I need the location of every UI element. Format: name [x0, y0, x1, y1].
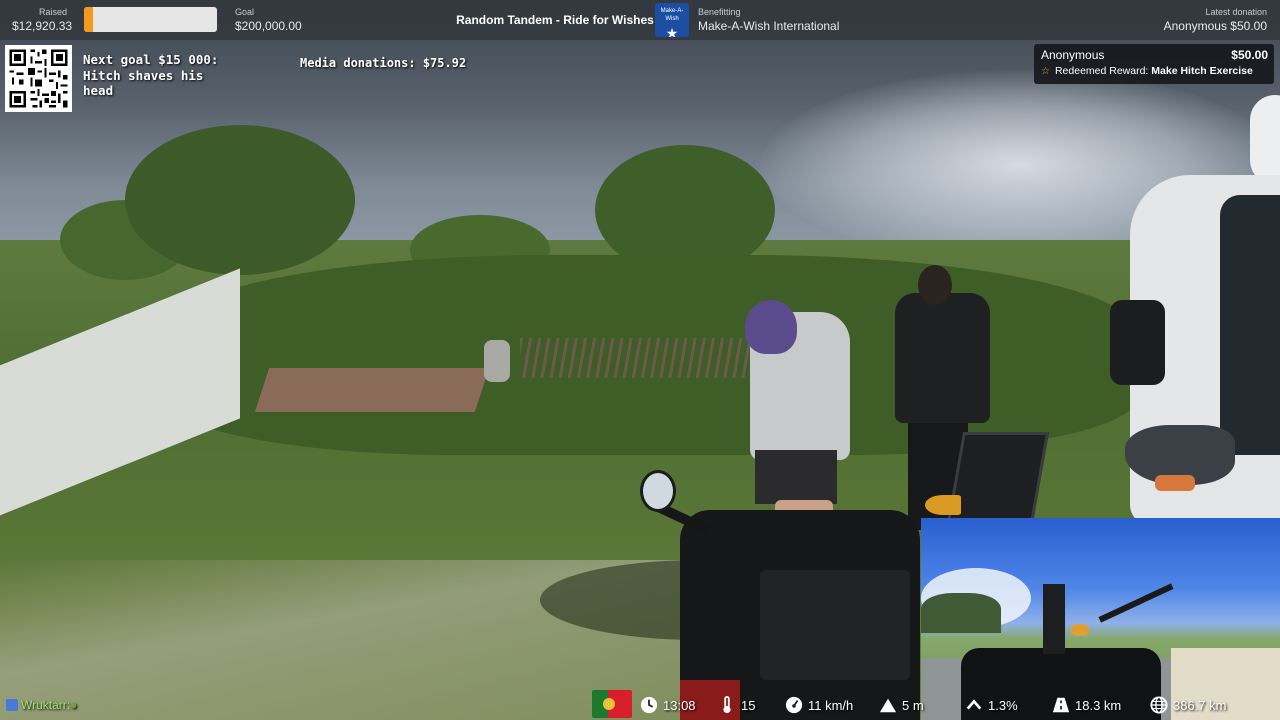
- handlebar: [1098, 583, 1174, 623]
- chat-message: Wruktarr:●: [6, 698, 77, 712]
- donation-bar: Raised $12,920.33 Goal $200,000.00 Rando…: [0, 0, 1280, 40]
- total-distance-readout: 386.7 km: [1150, 696, 1226, 714]
- concrete-slab: [254, 368, 490, 412]
- stream-title: Random Tandem - Ride for Wishes: [456, 13, 654, 27]
- progress-fill: [84, 7, 93, 32]
- clock-icon: [640, 696, 658, 714]
- latest-donation-stat: Latest donation Anonymous $50.00: [1164, 6, 1267, 34]
- bike-bag: [760, 570, 910, 680]
- next-goal-text: Next goal $15 000: Hitch shaves his head: [83, 52, 243, 99]
- goal-label: Goal: [235, 7, 255, 17]
- next-goal-line: Hitch shaves his: [83, 67, 204, 83]
- branches: [520, 338, 760, 378]
- total-distance-value: 386.7 km: [1173, 698, 1227, 713]
- van-mirror: [1110, 300, 1165, 385]
- van-windshield: [1220, 195, 1280, 455]
- star-icon: ☆: [1041, 66, 1050, 77]
- grade-readout: 1.3%: [965, 696, 1018, 714]
- redeemed-label: Redeemed Reward:: [1054, 65, 1152, 77]
- raised-stat: Raised $12,920.33: [12, 6, 72, 34]
- time-readout: 13:08: [640, 696, 696, 714]
- distance-value: 18.3 km: [1075, 698, 1122, 713]
- pipe: [484, 340, 510, 382]
- grade-value: 1.3%: [988, 698, 1018, 713]
- camper-van: [1110, 95, 1280, 525]
- distance-readout: 18.3 km: [1052, 696, 1121, 714]
- road-icon: [1052, 697, 1070, 713]
- speed-readout: 11 km/h: [785, 696, 853, 714]
- head: [918, 265, 952, 305]
- latest-value: Anonymous $50.00: [1163, 19, 1267, 33]
- globe-icon: [1150, 696, 1168, 714]
- chat-username: Wruktarr:: [21, 698, 71, 712]
- black-jacket: [895, 293, 990, 423]
- donation-alert: Anonymous $50.00 ☆ Redeemed Reward: Make …: [1034, 44, 1274, 84]
- bike-horn: [925, 495, 961, 515]
- van-indicator: [1155, 475, 1195, 491]
- time-value: 13:08: [663, 698, 696, 713]
- portugal-flag-icon: [592, 690, 632, 718]
- donor-name: Anonymous: [1041, 48, 1105, 62]
- mountain-icon: [879, 698, 897, 713]
- goal-value: $200,000.00: [235, 19, 302, 33]
- emote-icon: ●: [70, 698, 78, 712]
- benefit-stat: Benefitting Make-A-Wish International: [698, 6, 839, 34]
- user-badge-icon: [6, 699, 18, 711]
- flag-seal: [603, 698, 615, 710]
- make-a-wish-logo: Make-A-Wish ★: [655, 3, 689, 37]
- goal-stat: Goal $200,000.00: [235, 6, 302, 34]
- next-goal-line: head: [83, 83, 114, 98]
- speedometer-icon: [785, 696, 803, 714]
- solar-panel: [946, 432, 1050, 523]
- speed-value: 11 km/h: [808, 698, 854, 713]
- bike-mirror: [640, 470, 676, 512]
- donation-amount: $50.00: [1231, 48, 1268, 62]
- thermometer-icon: [723, 696, 731, 714]
- bike-mast: [1043, 584, 1065, 654]
- van-roof: [1250, 95, 1280, 185]
- reward-name: Make Hitch Exercise: [1151, 65, 1253, 77]
- bike-horn: [1071, 624, 1089, 636]
- raised-label: Raised: [38, 7, 67, 17]
- next-goal-line: Next goal $15 000:: [83, 52, 219, 67]
- elevation-value: 5 m: [902, 698, 924, 713]
- latest-label: Latest donation: [1205, 7, 1267, 17]
- rear-camera-pip: [921, 518, 1280, 720]
- media-donations: Media donations: $75.92: [300, 56, 467, 70]
- redeemed-reward-line: ☆ Redeemed Reward: Make Hitch Exercise: [1041, 65, 1253, 77]
- purple-helmet: [745, 300, 797, 354]
- qr-code[interactable]: [5, 45, 72, 112]
- star-icon: ★: [665, 25, 679, 37]
- logo-text: Make-A-Wish: [660, 8, 684, 22]
- temperature-readout: 15: [718, 696, 755, 714]
- elevation-readout: 5 m: [879, 696, 924, 714]
- benefit-value: Make-A-Wish International: [698, 19, 840, 33]
- fundraising-progress-bar: [84, 7, 217, 32]
- chevron-up-icon: [966, 699, 982, 710]
- tandem-bike: [640, 470, 920, 720]
- raised-value: $12,920.33: [12, 19, 73, 33]
- tree-left: [125, 125, 355, 275]
- temperature-value: 15: [741, 698, 756, 713]
- benefit-label: Benefitting: [698, 7, 741, 17]
